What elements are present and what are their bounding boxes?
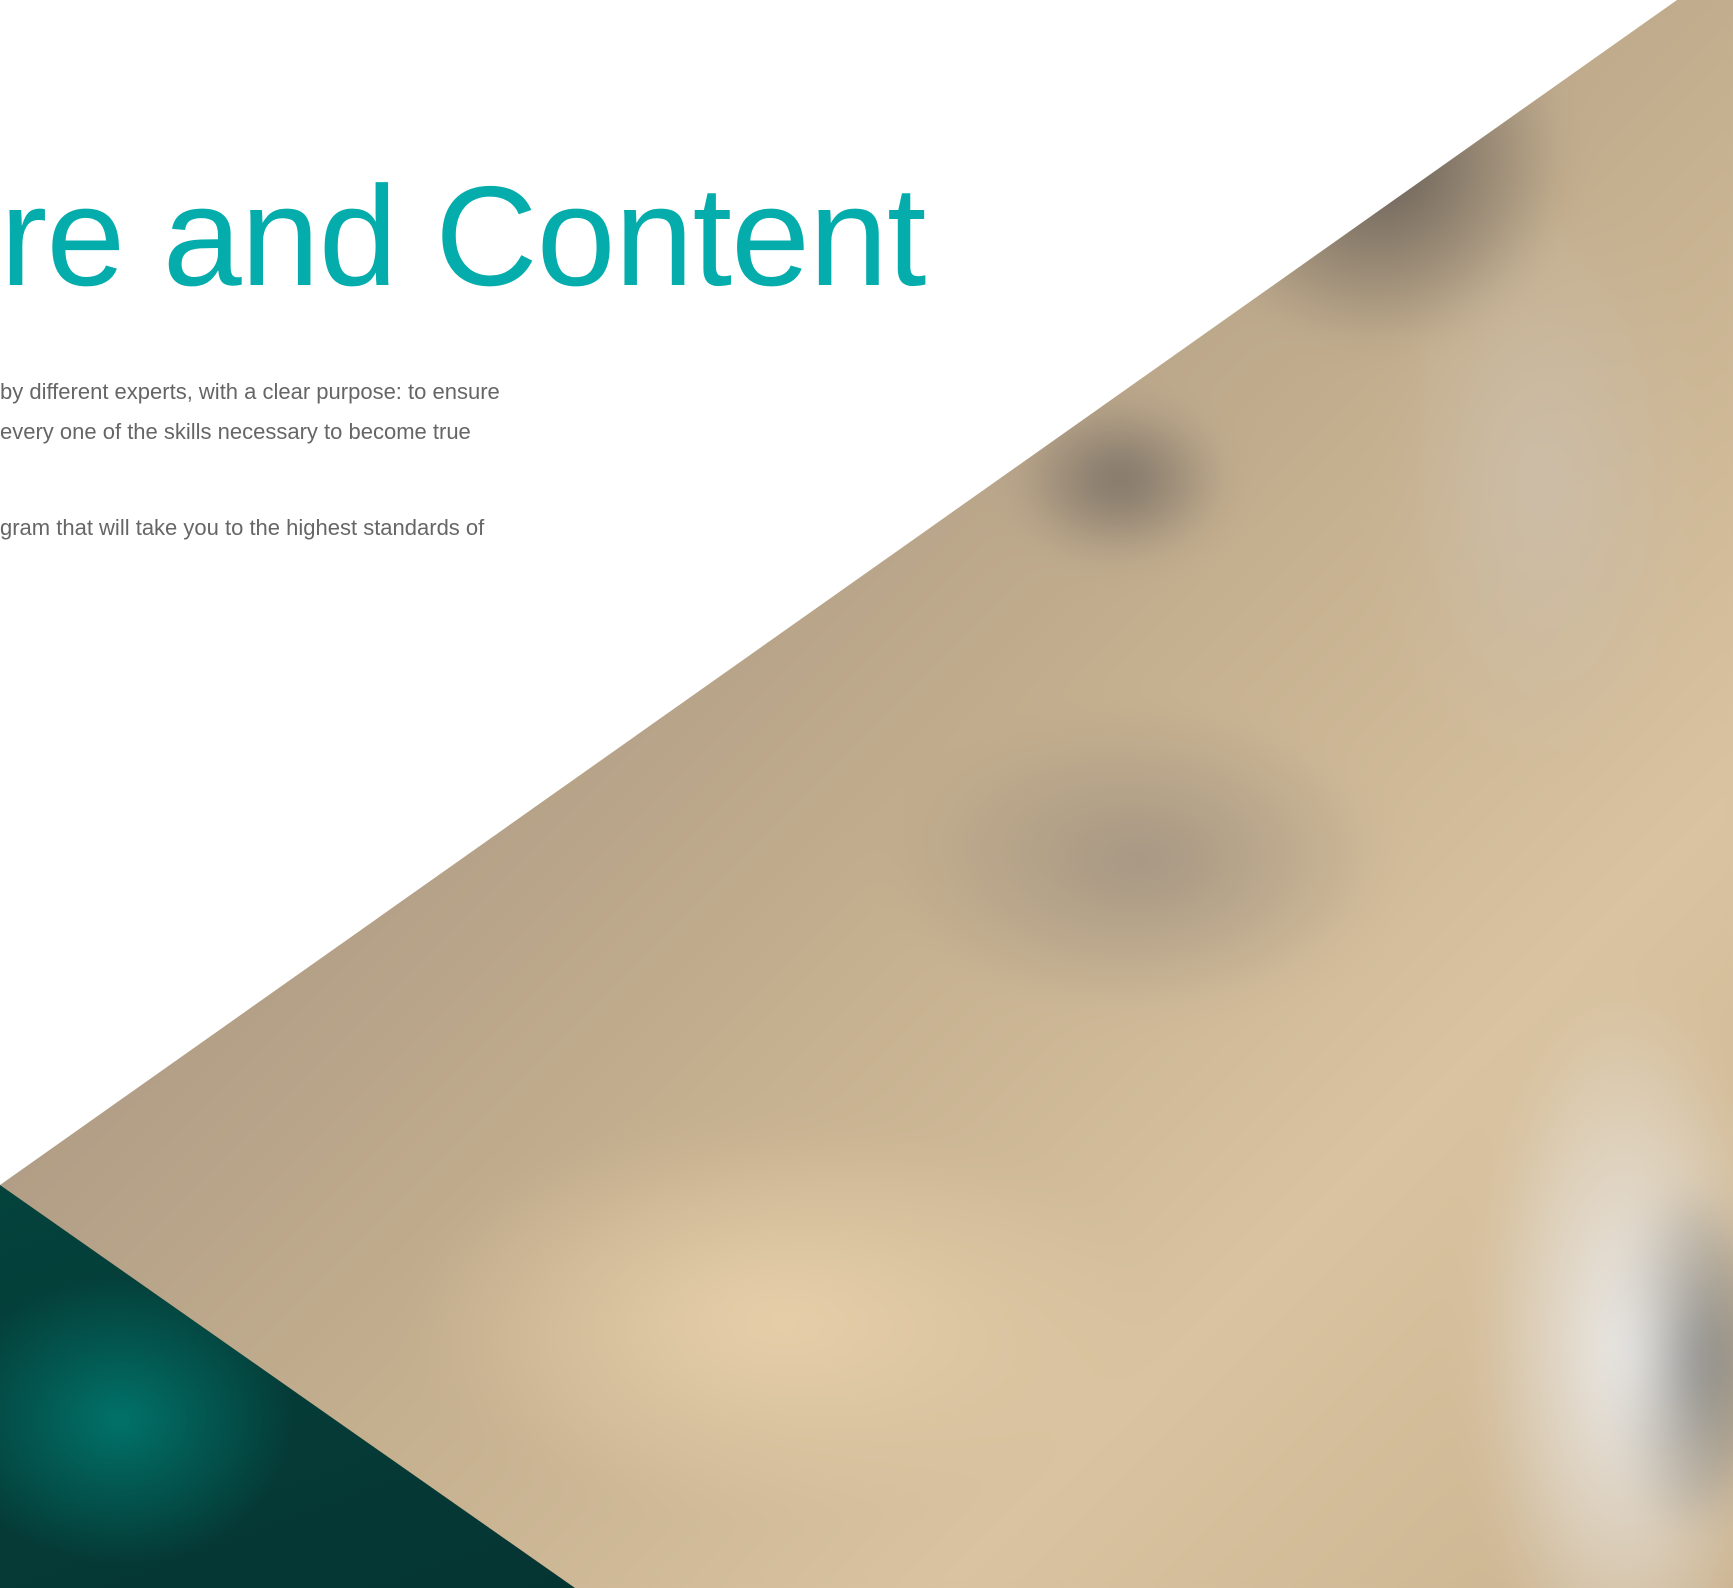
section-title: re and Content	[0, 157, 926, 316]
section-description: by different experts, with a clear purpo…	[0, 372, 610, 548]
description-line: by different experts, with a clear purpo…	[0, 379, 500, 404]
page: re and Content by different experts, wit…	[0, 0, 1733, 1588]
description-line: gram that will take you to the highest s…	[0, 515, 485, 540]
description-line: every one of the skills necessary to bec…	[0, 419, 471, 444]
